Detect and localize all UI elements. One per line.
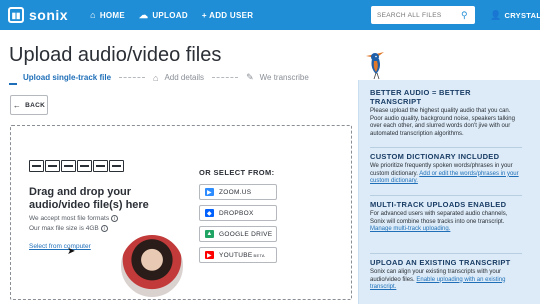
sidebar-divider <box>370 147 522 148</box>
google-drive-button[interactable]: ▲ GOOGLE DRIVE <box>199 226 277 242</box>
main-nav: ⌂ HOME ☁ UPLOAD + ADD USER <box>90 10 267 21</box>
cloud-upload-icon: ☁ <box>139 9 149 20</box>
youtube-icon: ▶ <box>205 251 214 259</box>
step-connector <box>212 77 239 78</box>
or-select-from-heading: OR SELECT FROM: <box>199 168 275 177</box>
sonix-logo[interactable]: ▮▮ sonix <box>8 7 68 23</box>
sonix-logo-icon: ▮▮ <box>8 7 24 23</box>
step-we-transcribe: ✎ We transcribe <box>246 72 309 83</box>
max-size-label: Our max file size is 4GB <box>29 225 99 233</box>
step-add-details: ⌂ Add details <box>153 73 204 83</box>
file-icon <box>45 160 60 172</box>
tip-body: We prioritize frequently spoken words/ph… <box>370 163 522 186</box>
presenter-video-avatar <box>119 233 185 299</box>
dropbox-label: DROPBOX <box>219 209 254 217</box>
multi-track-link[interactable]: Manage multi-track uploading. <box>370 226 450 232</box>
kingfisher-mascot-icon <box>366 52 384 80</box>
tip-title: UPLOAD AN EXISTING TRANSCRIPT <box>370 258 511 267</box>
zoom-button[interactable]: ▶ ZOOM.US <box>199 184 277 200</box>
top-nav-bar: ▮▮ sonix ⌂ HOME ☁ UPLOAD + ADD USER ⚲ 👤 … <box>0 0 540 30</box>
tip-title: CUSTOM DICTIONARY INCLUDED <box>370 152 500 161</box>
tag-icon: ⌂ <box>153 72 159 83</box>
tip-body-text: For advanced users with separated audio … <box>370 211 508 225</box>
google-drive-icon: ▲ <box>205 230 214 238</box>
user-icon: 👤 <box>490 9 502 20</box>
brand-name: sonix <box>29 7 69 23</box>
dropbox-button[interactable]: ◆ DROPBOX <box>199 205 277 221</box>
file-icon <box>61 160 76 172</box>
upload-steps: Upload single-track file ⌂ Add details ✎… <box>9 72 309 83</box>
sidebar-divider <box>370 195 522 196</box>
tip-multi-track: MULTI-TRACK UPLOADS ENABLED For advanced… <box>370 200 522 234</box>
info-icon[interactable]: i <box>111 215 119 222</box>
zoom-label: ZOOM.US <box>219 188 252 196</box>
tip-title: BETTER AUDIO = BETTER TRANSCRIPT <box>370 88 471 106</box>
search-icon[interactable]: ⚲ <box>461 10 468 21</box>
nav-add-user-label: + ADD USER <box>201 10 254 20</box>
home-icon: ⌂ <box>90 10 96 20</box>
tip-existing-transcript: UPLOAD AN EXISTING TRANSCRIPT Sonix can … <box>370 258 522 292</box>
pencil-icon: ✎ <box>246 72 254 82</box>
file-icon <box>109 160 124 172</box>
tip-body: For advanced users with separated audio … <box>370 211 522 234</box>
select-from-computer-link[interactable]: Select from computer <box>29 243 91 250</box>
search-box: ⚲ <box>371 6 475 24</box>
file-icon <box>29 160 44 172</box>
user-name: CRYSTAL <box>504 10 540 20</box>
user-menu[interactable]: 👤 CRYSTAL <box>490 0 540 30</box>
google-drive-label: GOOGLE DRIVE <box>219 230 273 238</box>
tip-custom-dictionary: CUSTOM DICTIONARY INCLUDED We prioritize… <box>370 152 522 186</box>
youtube-label: YOUTUBE <box>219 251 253 259</box>
tip-title: MULTI-TRACK UPLOADS ENABLED <box>370 200 507 209</box>
step-we-transcribe-label: We transcribe <box>259 73 309 82</box>
active-step-indicator <box>9 83 17 85</box>
tip-body: Sonix can align your existing transcript… <box>370 269 522 292</box>
drop-zone-title: Drag and drop your audio/video file(s) h… <box>29 186 149 211</box>
tip-body: Please upload the highest quality audio … <box>370 108 515 137</box>
sidebar-divider <box>370 253 522 254</box>
youtube-button[interactable]: ▶ YOUTUBE BETA <box>199 247 277 263</box>
nav-upload[interactable]: ☁ UPLOAD <box>139 10 188 21</box>
nav-home[interactable]: ⌂ HOME <box>90 10 125 20</box>
step-add-details-label: Add details <box>164 73 205 82</box>
file-icon <box>77 160 92 172</box>
mouse-pointer-icon: ➤ <box>67 246 76 257</box>
tip-better-audio: BETTER AUDIO = BETTER TRANSCRIPT Please … <box>370 88 522 138</box>
back-button[interactable]: ← BACK <box>10 95 48 115</box>
step-connector <box>119 77 146 78</box>
arrow-left-icon: ← <box>12 100 22 110</box>
max-size-text: Our max file size is 4GB i <box>29 225 108 232</box>
step-upload-label: Upload single-track file <box>23 73 112 82</box>
nav-home-label: HOME <box>99 10 126 20</box>
file-type-icons <box>29 160 125 172</box>
accepted-formats-text: We accept most file formats i <box>29 215 119 223</box>
info-icon[interactable]: i <box>100 225 108 232</box>
tips-sidebar: BETTER AUDIO = BETTER TRANSCRIPT Please … <box>358 80 540 304</box>
nav-upload-label: UPLOAD <box>152 10 188 20</box>
zoom-icon: ▶ <box>205 188 214 196</box>
step-upload-single-track[interactable]: Upload single-track file <box>9 73 111 82</box>
dropbox-icon: ◆ <box>205 209 214 217</box>
search-input[interactable] <box>377 11 461 19</box>
nav-add-user[interactable]: + ADD USER <box>202 11 253 20</box>
file-icon <box>93 160 108 172</box>
accepted-formats-label: We accept most file formats <box>29 215 110 223</box>
page-title: Upload audio/video files <box>9 44 222 66</box>
back-button-label: BACK <box>25 101 46 109</box>
beta-badge: BETA <box>253 252 265 258</box>
